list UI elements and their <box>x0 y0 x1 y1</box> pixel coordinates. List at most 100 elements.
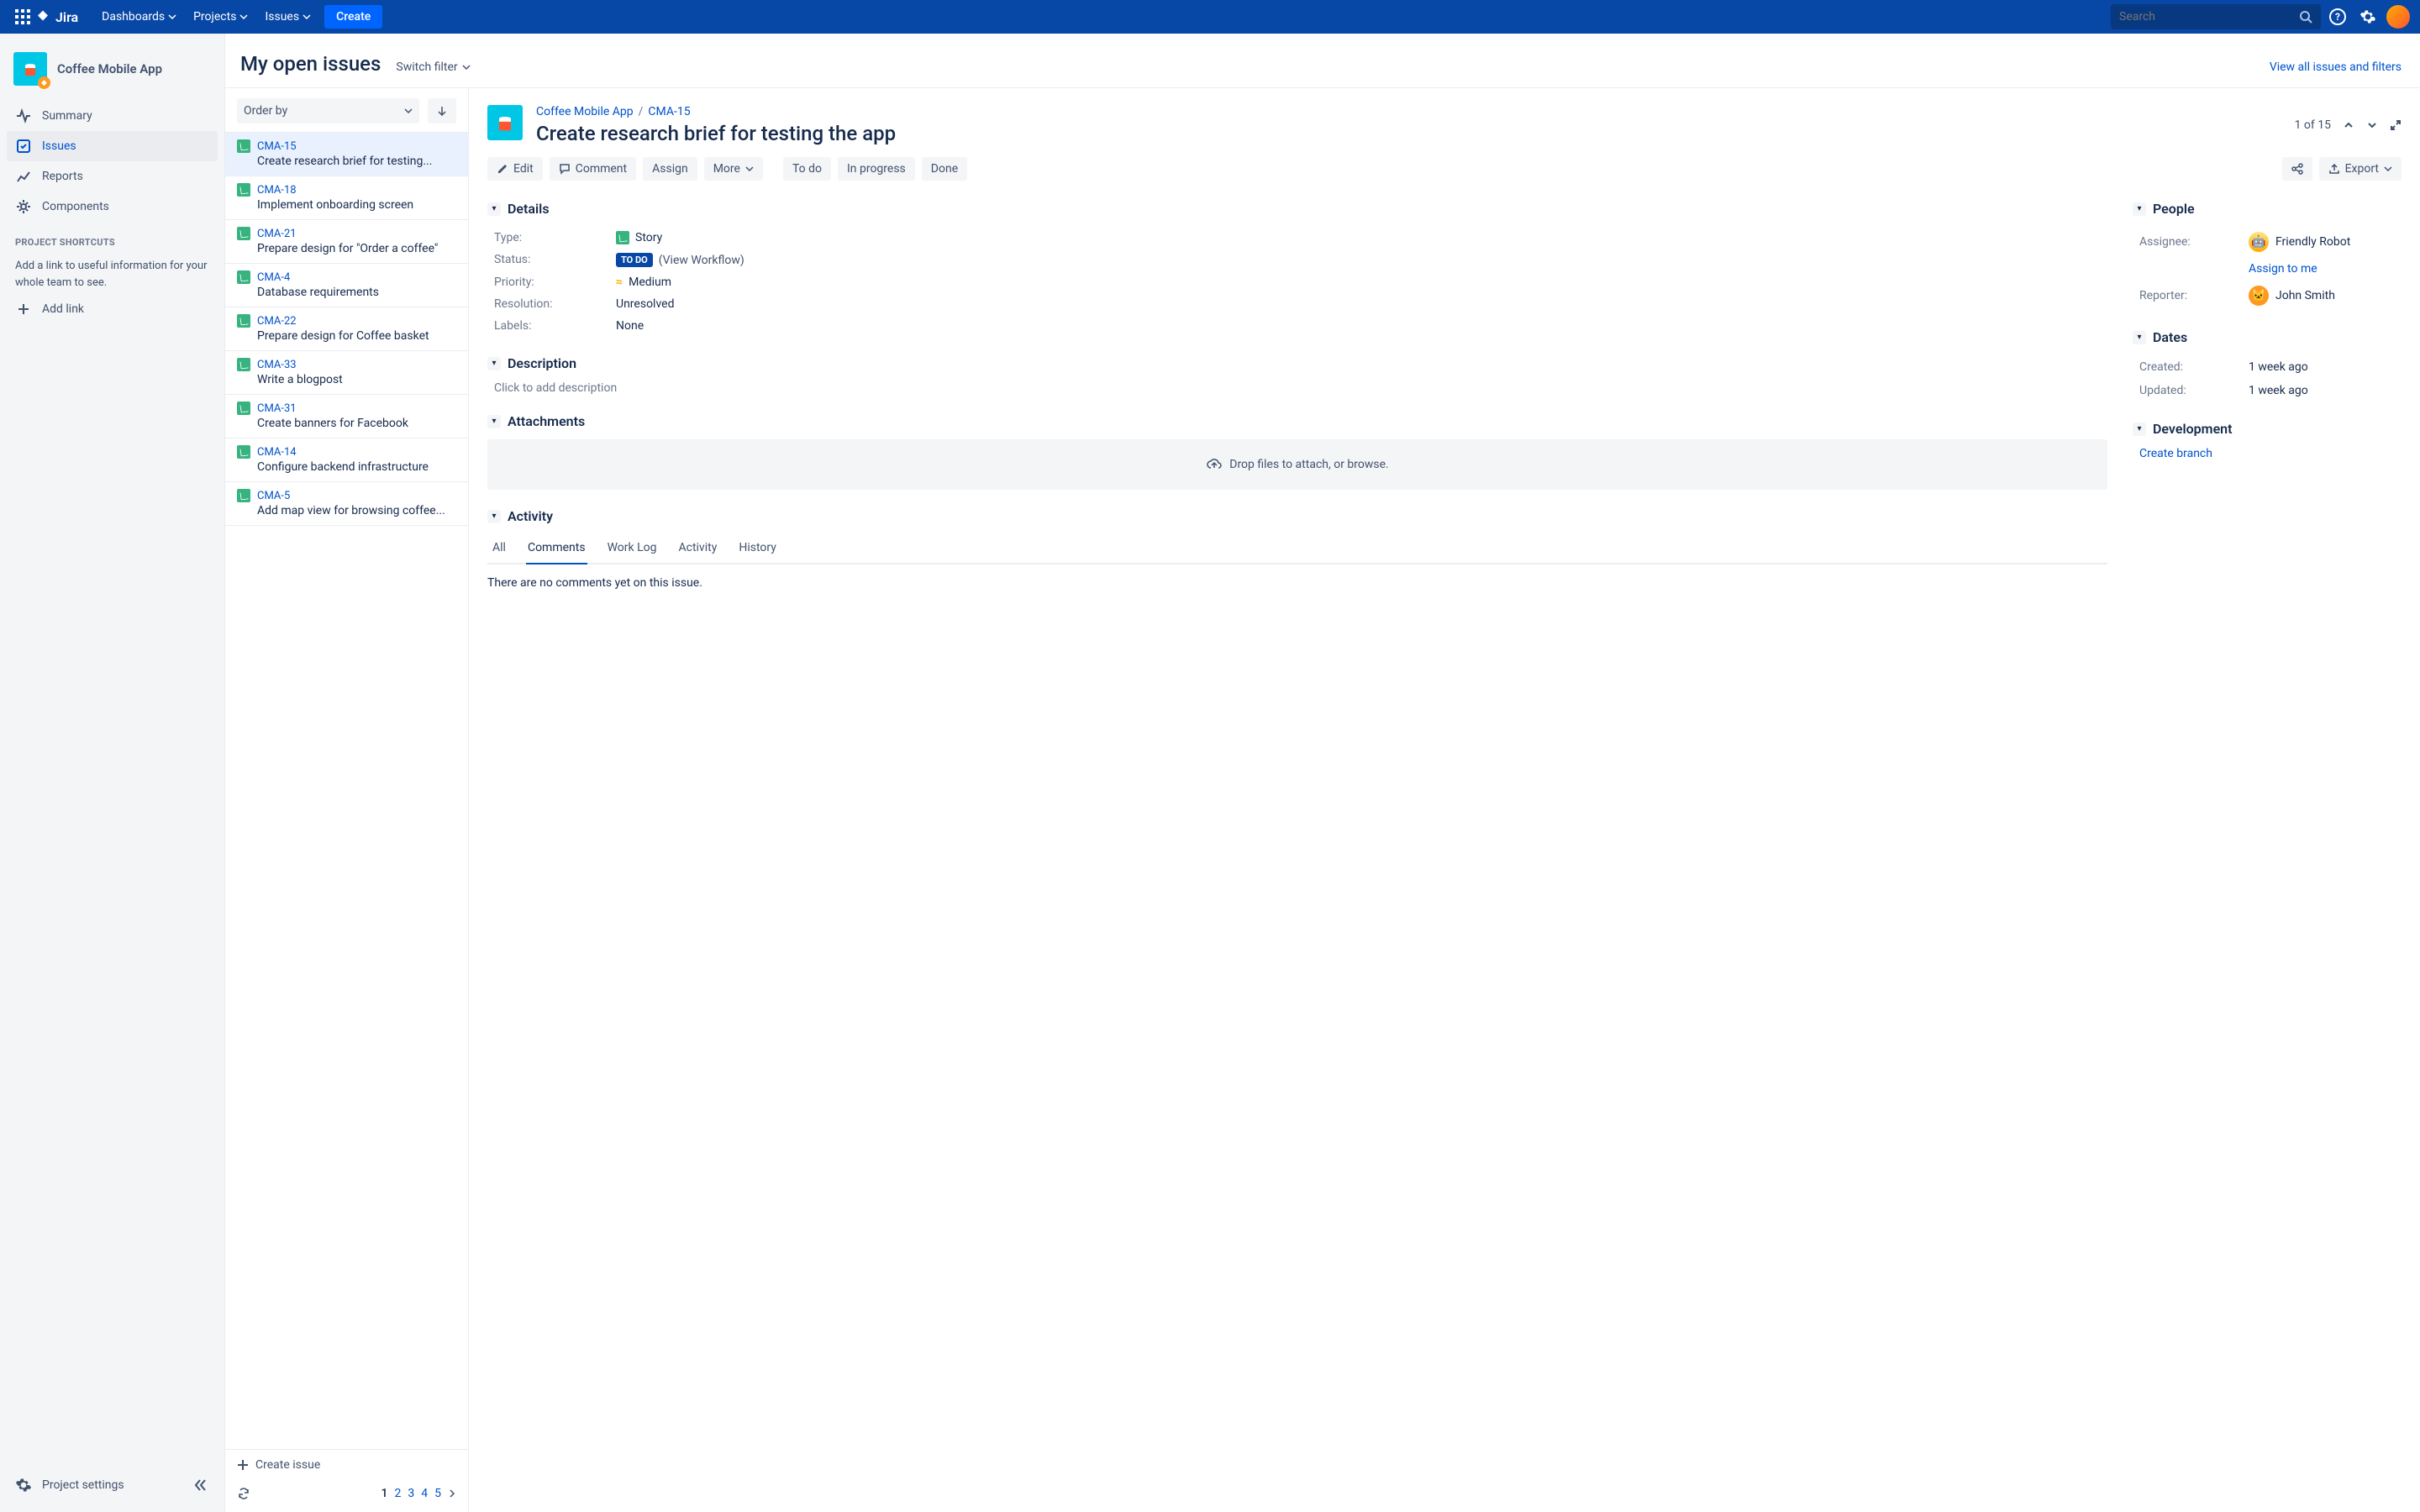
tab-history[interactable]: History <box>737 534 778 564</box>
refresh-icon[interactable] <box>237 1487 250 1500</box>
page-1[interactable]: 1 <box>381 1487 388 1500</box>
page-4[interactable]: 4 <box>421 1487 428 1500</box>
story-icon <box>237 489 250 502</box>
tab-comments[interactable]: Comments <box>526 534 587 564</box>
description-placeholder[interactable]: Click to add description <box>487 381 2107 395</box>
view-all-link[interactable]: View all issues and filters <box>2270 60 2402 74</box>
issue-row[interactable]: CMA-31Create banners for Facebook <box>225 395 468 438</box>
export-button[interactable]: Export <box>2319 157 2402 181</box>
prev-issue-icon[interactable] <box>2343 119 2354 131</box>
expand-icon[interactable] <box>2390 119 2402 131</box>
story-icon <box>616 231 629 244</box>
issue-row[interactable]: CMA-14Configure backend infrastructure <box>225 438 468 482</box>
sort-direction-button[interactable] <box>428 98 456 123</box>
add-link-label: Add link <box>42 302 84 316</box>
issue-key: CMA-14 <box>257 446 297 459</box>
app-switcher-icon[interactable] <box>10 9 35 24</box>
issue-row[interactable]: CMA-21Prepare design for "Order a coffee… <box>225 220 468 264</box>
issue-summary: Database requirements <box>237 286 456 299</box>
help-icon[interactable]: ? <box>2324 3 2351 30</box>
description-panel: ▾Description Click to add description <box>487 355 2107 395</box>
collapse-icon[interactable]: ▾ <box>2133 423 2146 436</box>
more-button[interactable]: More <box>704 157 763 181</box>
issue-summary: Configure backend infrastructure <box>237 460 456 474</box>
page-3[interactable]: 3 <box>408 1487 414 1500</box>
order-by-dropdown[interactable]: Order by <box>237 98 419 123</box>
tab-all[interactable]: All <box>491 534 508 564</box>
plus-icon <box>15 302 32 316</box>
sidebar-issues[interactable]: Issues <box>7 131 218 161</box>
settings-icon[interactable] <box>2354 3 2381 30</box>
nav-dashboards[interactable]: Dashboards <box>93 10 185 24</box>
assignee-avatar: 🤖 <box>2249 232 2269 252</box>
next-issue-icon[interactable] <box>2366 119 2378 131</box>
story-icon <box>237 227 250 240</box>
attachment-dropzone[interactable]: Drop files to attach, or browse. <box>487 439 2107 490</box>
create-branch-link[interactable]: Create branch <box>2139 447 2212 460</box>
pagination: 12345 <box>225 1480 468 1512</box>
reporter-avatar: 🐱 <box>2249 286 2269 306</box>
breadcrumb-project[interactable]: Coffee Mobile App <box>536 105 634 118</box>
issue-row[interactable]: CMA-5Add map view for browsing coffee... <box>225 482 468 526</box>
collapse-icon[interactable]: ▾ <box>487 510 501 523</box>
issue-detail: Coffee Mobile App / CMA-15 Create resear… <box>469 88 2420 1512</box>
status-todo-button[interactable]: To do <box>783 157 831 181</box>
tab-work-log[interactable]: Work Log <box>606 534 659 564</box>
collapse-icon[interactable]: ▾ <box>487 202 501 216</box>
page-2[interactable]: 2 <box>395 1487 402 1500</box>
activity-tabs: All Comments Work Log Activity History <box>487 534 2107 564</box>
tab-activity[interactable]: Activity <box>676 534 718 564</box>
collapse-icon[interactable]: ▾ <box>487 357 501 370</box>
sidebar-label: Issues <box>42 139 76 153</box>
sidebar-summary[interactable]: Summary <box>7 101 218 131</box>
attachments-panel: ▾Attachments Drop files to attach, or br… <box>487 413 2107 490</box>
story-icon <box>237 402 250 415</box>
project-name: Coffee Mobile App <box>57 61 162 76</box>
issue-summary: Write a blogpost <box>237 373 456 386</box>
issue-key: CMA-4 <box>257 271 290 284</box>
project-settings-link[interactable]: Project settings <box>42 1478 124 1492</box>
status-inprogress-button[interactable]: In progress <box>838 157 915 181</box>
jira-logo[interactable]: Jira <box>35 9 78 25</box>
issue-row[interactable]: CMA-18Implement onboarding screen <box>225 176 468 220</box>
activity-panel: ▾ Activity All Comments Work Log Activity His… <box>487 508 2107 590</box>
sidebar-components[interactable]: Components <box>7 192 218 222</box>
sidebar-reports[interactable]: Reports <box>7 161 218 192</box>
gear-icon[interactable] <box>15 1477 32 1494</box>
issue-row[interactable]: CMA-33Write a blogpost <box>225 351 468 395</box>
switch-filter[interactable]: Switch filter <box>396 60 470 74</box>
sidebar-collapse-icon[interactable] <box>192 1477 209 1494</box>
create-issue-button[interactable]: Create issue <box>225 1450 468 1480</box>
view-workflow-link[interactable]: (View Workflow) <box>659 254 744 267</box>
issue-row[interactable]: CMA-22Prepare design for Coffee basket <box>225 307 468 351</box>
priority-icon: ≈ <box>616 276 623 289</box>
collapse-icon[interactable]: ▾ <box>487 415 501 428</box>
sidebar-label: Summary <box>42 109 92 123</box>
story-icon <box>237 314 250 328</box>
status-done-button[interactable]: Done <box>922 157 967 181</box>
assign-to-me-link[interactable]: Assign to me <box>2249 262 2317 276</box>
collapse-icon[interactable]: ▾ <box>2133 331 2146 344</box>
comment-button[interactable]: Comment <box>550 157 636 181</box>
create-button[interactable]: Create <box>324 5 382 29</box>
breadcrumb-key[interactable]: CMA-15 <box>648 105 690 118</box>
story-icon <box>237 358 250 371</box>
collapse-icon[interactable]: ▾ <box>2133 202 2146 216</box>
nav-projects[interactable]: Projects <box>185 10 256 24</box>
user-avatar[interactable] <box>2386 5 2410 29</box>
issue-row[interactable]: CMA-4 Database requirements <box>225 264 468 307</box>
assign-button[interactable]: Assign <box>643 157 697 181</box>
share-button[interactable] <box>2282 157 2312 181</box>
edit-button[interactable]: Edit <box>487 157 543 181</box>
next-page-icon[interactable] <box>448 1489 456 1498</box>
search-box[interactable] <box>2111 4 2321 29</box>
page-5[interactable]: 5 <box>434 1487 441 1500</box>
page-title: My open issues <box>240 52 381 76</box>
search-input[interactable] <box>2119 10 2299 24</box>
add-link-button[interactable]: Add link <box>7 296 218 323</box>
components-icon <box>15 198 32 215</box>
dates-panel: ▾Dates Created:1 week ago Updated:1 week… <box>2133 329 2402 402</box>
issue-row[interactable]: CMA-15Create research brief for testing.… <box>225 133 468 176</box>
nav-issues[interactable]: Issues <box>256 10 319 24</box>
issue-title: Create research brief for testing the ap… <box>536 122 2281 145</box>
